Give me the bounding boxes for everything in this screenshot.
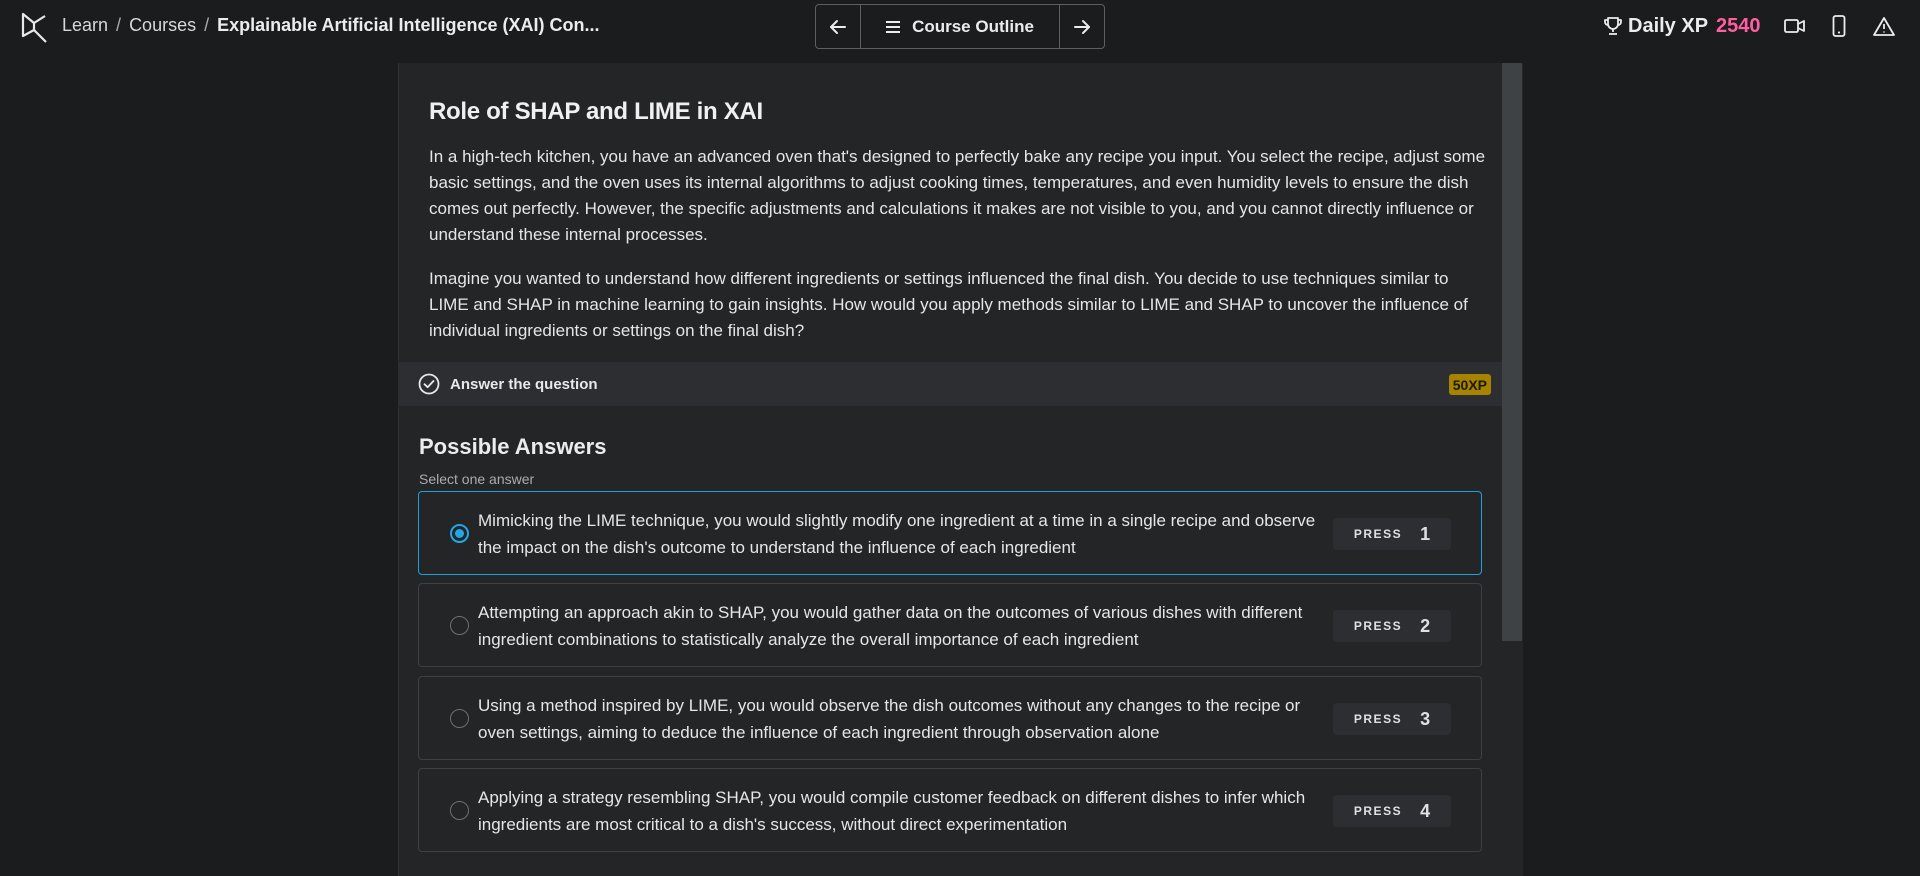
keyboard-shortcut-hint: PRESS 3 (1333, 703, 1451, 735)
answer-option-1[interactable]: Mimicking the LIME technique, you would … (418, 491, 1482, 575)
top-bar: Learn / Courses / Explainable Artificial Int… (0, 0, 1920, 52)
course-outline-label: Course Outline (912, 16, 1034, 36)
breadcrumb: Learn / Courses / Explainable Artificial Int… (62, 14, 600, 36)
next-exercise-button[interactable] (1059, 5, 1104, 48)
exercise-title: Role of SHAP and LIME in XAI (429, 98, 763, 125)
scrollbar-thumb[interactable] (1502, 63, 1522, 641)
select-one-answer-hint: Select one answer (419, 471, 535, 487)
answer-option-4[interactable]: Applying a strategy resembling SHAP, you… (418, 768, 1482, 852)
previous-exercise-button[interactable] (816, 5, 861, 48)
menu-lines-icon (886, 20, 901, 33)
keyboard-shortcut-hint: PRESS 2 (1333, 610, 1451, 642)
warning-triangle-icon[interactable] (1872, 14, 1896, 38)
exercise-question-paragraph: Imagine you wanted to understand how dif… (429, 269, 1468, 340)
keyboard-shortcut-hint: PRESS 1 (1333, 518, 1451, 550)
shortcut-key: 3 (1420, 708, 1431, 729)
arrow-right-icon (1074, 19, 1090, 34)
shortcut-key: 1 (1420, 523, 1431, 544)
possible-answers-title: Possible Answers (419, 434, 607, 459)
press-label: PRESS (1353, 804, 1403, 818)
shortcut-key: 4 (1420, 800, 1431, 821)
breadcrumb-current-course[interactable]: Explainable Artificial Intelligence (XAI… (217, 15, 599, 35)
mobile-phone-icon[interactable] (1827, 14, 1851, 38)
radio-button[interactable] (450, 616, 469, 635)
trophy-icon (1604, 16, 1622, 36)
answer-the-question-label: Answer the question (450, 375, 598, 393)
daily-xp-label: Daily XP (1628, 14, 1709, 37)
radio-button[interactable] (450, 709, 469, 728)
press-label: PRESS (1353, 527, 1403, 541)
answer-option-text: Mimicking the LIME technique, you would … (478, 511, 1316, 557)
exercise-context-paragraph: In a high-tech kitchen, you have an adva… (429, 147, 1486, 244)
answer-the-question-bar: Answer the question 50XP (398, 362, 1502, 406)
video-camera-icon[interactable] (1783, 14, 1807, 38)
shortcut-key: 2 (1420, 615, 1431, 636)
keyboard-shortcut-hint: PRESS 4 (1333, 795, 1451, 827)
check-circle-icon (418, 373, 440, 395)
answer-option-text: Using a method inspired by LIME, you wou… (478, 696, 1301, 742)
breadcrumb-learn[interactable]: Learn (62, 15, 108, 35)
press-label: PRESS (1353, 712, 1403, 726)
arrow-left-icon (830, 19, 846, 34)
course-navigation: Course Outline (815, 4, 1105, 49)
radio-button[interactable] (450, 801, 469, 820)
answer-option-3[interactable]: Using a method inspired by LIME, you wou… (418, 676, 1482, 760)
course-outline-button[interactable]: Course Outline (861, 5, 1059, 48)
press-label: PRESS (1353, 619, 1403, 633)
breadcrumb-separator: / (116, 15, 122, 35)
breadcrumb-separator: / (204, 15, 210, 35)
datacamp-logo-icon[interactable] (20, 12, 50, 44)
xp-badge: 50XP (1448, 374, 1491, 395)
answer-option-text: Attempting an approach akin to SHAP, you… (478, 603, 1303, 649)
daily-xp-value: 2540 (1716, 14, 1761, 37)
answer-option-2[interactable]: Attempting an approach akin to SHAP, you… (418, 583, 1482, 667)
radio-button-selected[interactable] (450, 524, 469, 543)
breadcrumb-courses[interactable]: Courses (129, 15, 196, 35)
answer-option-text: Applying a strategy resembling SHAP, you… (478, 788, 1306, 834)
daily-xp[interactable]: Daily XP 2540 (1604, 12, 1761, 40)
